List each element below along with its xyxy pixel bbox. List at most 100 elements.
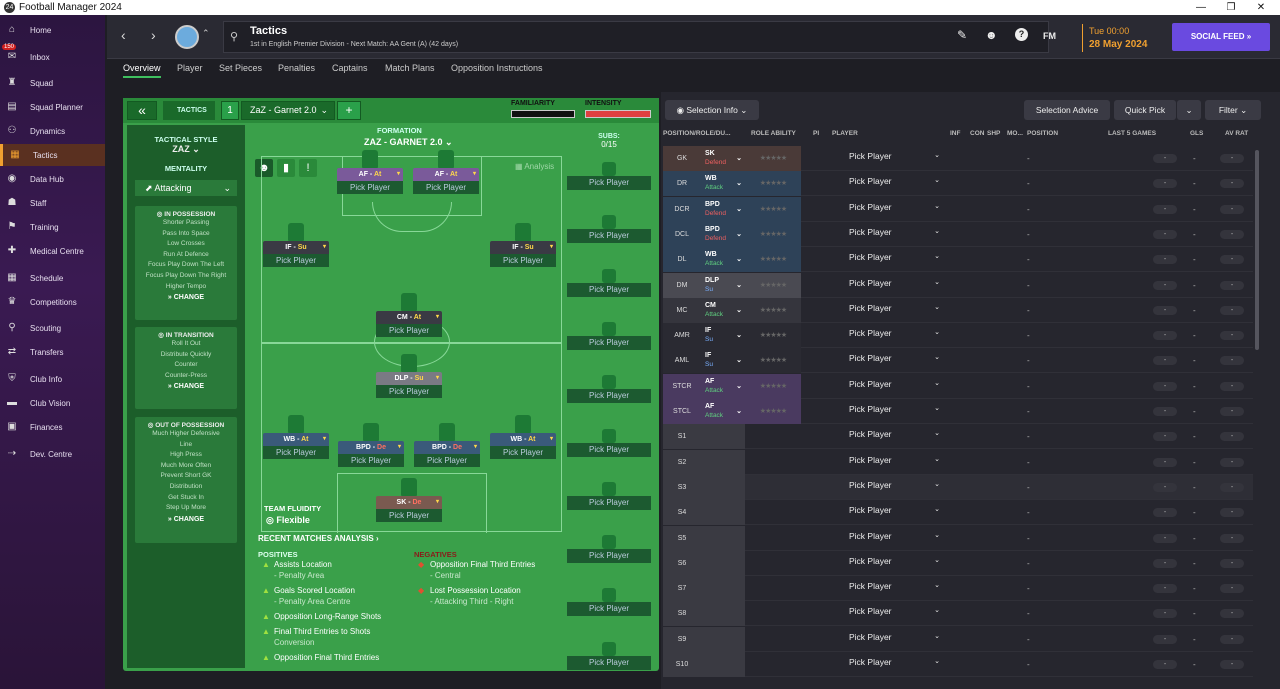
column-header-8[interactable]: POSITION [1027, 130, 1058, 137]
sidebar-item-schedule[interactable]: ▦ Schedule [0, 267, 105, 289]
role-cell[interactable]: WB Attack ⌄ [701, 247, 745, 273]
table-row[interactable]: S10 Pick Player ⌄ - - - - [663, 652, 1253, 677]
scrollbar[interactable] [1255, 150, 1259, 350]
pick-player-button[interactable]: Pick Player [263, 446, 329, 459]
pick-player-dropdown[interactable]: Pick Player ⌄ [849, 176, 944, 186]
column-header-9[interactable]: LAST 5 GAMES [1108, 130, 1156, 137]
sidebar-item-club-info[interactable]: ⛨ Club Info [0, 368, 105, 390]
pick-player-dropdown[interactable]: Pick Player ⌄ [849, 606, 944, 616]
role-selector[interactable]: AF - At ▾ [413, 168, 479, 181]
pitch-slot[interactable]: WB - At ▾ Pick Player [490, 415, 556, 459]
pitch-slot[interactable]: CM - At ▾ Pick Player [376, 293, 442, 337]
tab-set-pieces[interactable]: Set Pieces [219, 63, 262, 73]
role-selector[interactable]: WB - At ▾ [490, 433, 556, 446]
sidebar-item-transfers[interactable]: ⇄ Transfers [0, 341, 105, 363]
table-row[interactable]: AML IF Su ⌄ ★★★★★ Pick Player ⌄ - - - - [663, 348, 1253, 374]
pick-player-button[interactable]: Pick Player [567, 335, 651, 350]
in_possession-change-button[interactable]: » CHANGE [135, 294, 237, 301]
pick-player-button[interactable]: Pick Player [567, 442, 651, 457]
table-row[interactable]: S7 Pick Player ⌄ - - - - [663, 576, 1253, 602]
forward-button[interactable]: › [151, 27, 156, 43]
sidebar-item-inbox[interactable]: ✉ 150 Inbox [0, 44, 105, 68]
pitch-slot[interactable]: BPD - De ▾ Pick Player [414, 423, 480, 467]
pitch-slot[interactable]: DLP - Su ▾ Pick Player [376, 354, 442, 398]
pick-player-button[interactable]: Pick Player [376, 324, 442, 337]
pick-player-dropdown[interactable]: Pick Player ⌄ [849, 151, 944, 161]
tab-player[interactable]: Player [177, 63, 203, 73]
column-header-7[interactable]: MO... [1007, 130, 1023, 137]
pick-player-dropdown[interactable]: Pick Player ⌄ [849, 455, 944, 465]
role-cell[interactable]: WB Attack ⌄ [701, 171, 745, 197]
tab-opposition-instructions[interactable]: Opposition Instructions [451, 63, 543, 73]
role-selector[interactable]: BPD - De ▾ [338, 441, 404, 454]
table-row[interactable]: S2 Pick Player ⌄ - - - - [663, 449, 1253, 475]
role-cell[interactable]: IF Su ⌄ [701, 323, 745, 349]
tactic-name-dropdown[interactable]: ZaZ - Garnet 2.0 ⌄ [241, 101, 335, 120]
tab-captains[interactable]: Captains [332, 63, 368, 73]
table-row[interactable]: S8 Pick Player ⌄ - - - - [663, 601, 1253, 627]
table-row[interactable]: S5 Pick Player ⌄ - - - - [663, 525, 1253, 551]
pick-player-dropdown[interactable]: Pick Player ⌄ [849, 278, 944, 288]
table-row[interactable]: S6 Pick Player ⌄ - - - - [663, 550, 1253, 576]
tactic-slot[interactable]: 1 [221, 101, 239, 120]
sidebar-item-staff[interactable]: ☗ Staff [0, 192, 105, 214]
role-selector[interactable]: CM - At ▾ [376, 311, 442, 324]
role-selector[interactable]: IF - Su ▾ [490, 241, 556, 254]
role-cell[interactable]: BPD Defend ⌄ [701, 196, 745, 222]
club-badge[interactable] [175, 25, 199, 49]
pick-player-button[interactable]: Pick Player [490, 254, 556, 267]
sidebar-item-dev-centre[interactable]: ⇢ Dev. Centre [0, 443, 105, 465]
date-display[interactable]: Tue 00:00 28 May 2024 [1082, 24, 1167, 52]
mentality-dropdown[interactable]: ⬈ Attacking ⌄ [135, 180, 237, 196]
sidebar-item-competitions[interactable]: ♛ Competitions [0, 291, 105, 313]
pick-player-dropdown[interactable]: Pick Player ⌄ [849, 581, 944, 591]
table-row[interactable]: GK SK Defend ⌄ ★★★★★ Pick Player ⌄ - - - - [663, 146, 1253, 171]
pick-player-dropdown[interactable]: Pick Player ⌄ [849, 252, 944, 262]
pick-player-dropdown[interactable]: Pick Player ⌄ [849, 303, 944, 313]
sidebar-item-finances[interactable]: ▣ Finances [0, 416, 105, 438]
role-cell[interactable]: IF Su ⌄ [701, 348, 745, 374]
sidebar-item-training[interactable]: ⚑ Training [0, 216, 105, 238]
sub-slot[interactable]: Pick Player [567, 321, 651, 350]
pen-icon[interactable]: ✎ [957, 28, 967, 42]
formation-name[interactable]: ZAZ - GARNET 2.0 ⌄ [364, 137, 453, 148]
sub-slot[interactable]: Pick Player [567, 215, 651, 244]
table-row[interactable]: S9 Pick Player ⌄ - - - - [663, 626, 1253, 652]
role-cell[interactable]: AF Attack ⌄ [701, 373, 745, 399]
pitch-slot[interactable]: SK - De ▾ Pick Player [376, 478, 442, 522]
close-button[interactable]: ✕ [1246, 0, 1276, 15]
sub-slot[interactable]: Pick Player [567, 268, 651, 297]
column-header-4[interactable]: INF [950, 130, 960, 137]
pick-player-dropdown[interactable]: Pick Player ⌄ [849, 379, 944, 389]
pick-player-button[interactable]: Pick Player [337, 181, 403, 194]
pick-player-dropdown[interactable]: Pick Player ⌄ [849, 328, 944, 338]
pitch-slot[interactable]: AF - At ▾ Pick Player [413, 150, 479, 194]
add-tactic-button[interactable]: + [337, 101, 361, 120]
selection-info-dropdown[interactable]: ◉ Selection Info ⌄ [665, 100, 759, 120]
social-feed-button[interactable]: SOCIAL FEED » [1172, 23, 1270, 51]
sub-slot[interactable]: Pick Player [567, 535, 651, 564]
sidebar-item-home[interactable]: ⌂ Home [0, 19, 105, 41]
sub-slot[interactable]: Pick Player [567, 588, 651, 617]
table-row[interactable]: S1 Pick Player ⌄ - - - - [663, 424, 1253, 450]
in_transition-change-button[interactable]: » CHANGE [135, 383, 237, 390]
pick-player-button[interactable]: Pick Player [414, 454, 480, 467]
pick-player-button[interactable]: Pick Player [567, 549, 651, 564]
table-row[interactable]: DCR BPD Defend ⌄ ★★★★★ Pick Player ⌄ - - - - [663, 196, 1253, 222]
role-selector[interactable]: DLP - Su ▾ [376, 372, 442, 385]
pick-player-button[interactable]: Pick Player [376, 385, 442, 398]
role-selector[interactable]: WB - At ▾ [263, 433, 329, 446]
tab-overview[interactable]: Overview [123, 63, 161, 78]
role-cell[interactable]: CM Attack ⌄ [701, 297, 745, 323]
tactical-style-value[interactable]: ZAZ ⌄ [127, 144, 245, 155]
fm-icon[interactable]: FM [1043, 31, 1056, 41]
sub-slot[interactable]: Pick Player [567, 375, 651, 404]
recent-matches-analysis-link[interactable]: RECENT MATCHES ANALYSIS › [258, 534, 379, 543]
table-row[interactable]: STCL AF Attack ⌄ ★★★★★ Pick Player ⌄ - - - - [663, 399, 1253, 424]
role-selector[interactable]: IF - Su ▾ [263, 241, 329, 254]
role-selector[interactable]: AF - At ▾ [337, 168, 403, 181]
column-header-3[interactable]: PLAYER [832, 130, 858, 137]
pick-player-button[interactable]: Pick Player [567, 229, 651, 244]
pick-player-dropdown[interactable]: Pick Player ⌄ [849, 404, 944, 414]
sidebar-item-squad-planner[interactable]: ▤ Squad Planner [0, 96, 105, 118]
